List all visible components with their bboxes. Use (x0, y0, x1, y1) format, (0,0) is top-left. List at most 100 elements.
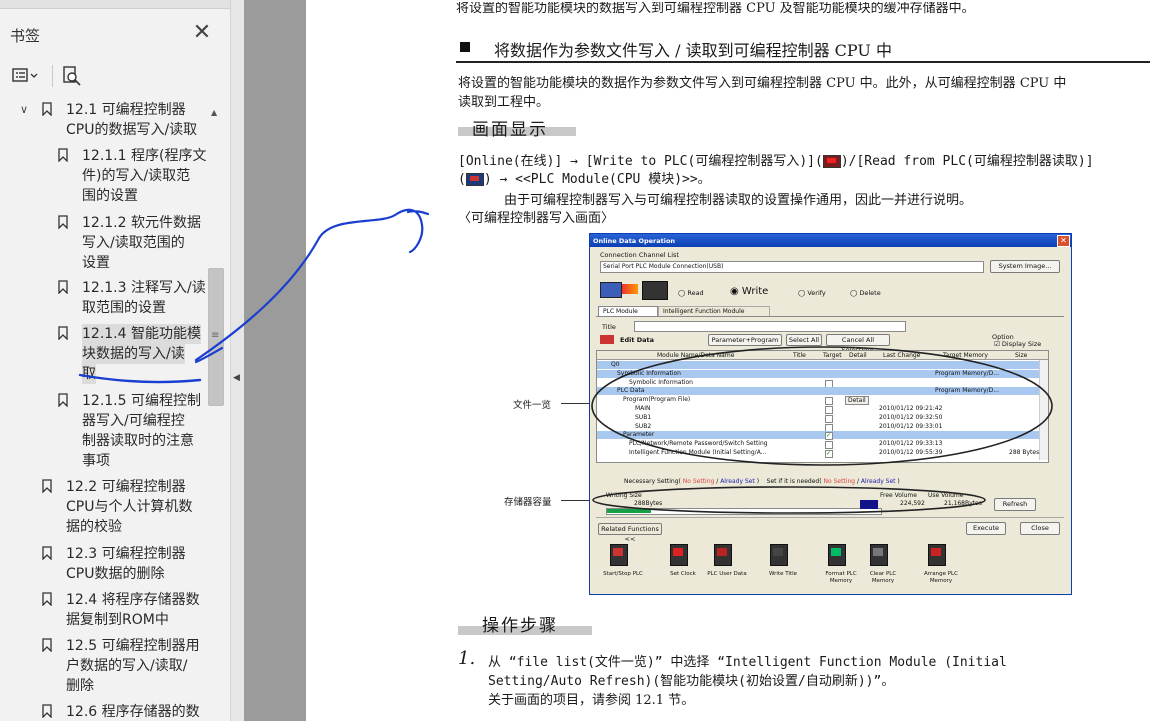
legend-no-setting: No Setting (682, 478, 715, 485)
refresh-button[interactable]: Refresh (994, 498, 1036, 511)
radio-read[interactable]: ◯ Read (678, 289, 704, 297)
row-change: 2010/01/12 09:21:42 (879, 405, 943, 412)
detail-button[interactable]: Detail (845, 396, 869, 406)
parameter-program-button[interactable]: Parameter+Program (708, 334, 782, 346)
close-button[interactable]: Close (1020, 522, 1060, 535)
radio-write-label: Write (741, 286, 769, 297)
cut-off-line: 将设置的智能功能模块的数据写入到可编程控制器 CPU 及智能功能模块的缓冲存储器… (456, 2, 975, 16)
system-image-button[interactable]: System Image... (990, 260, 1060, 273)
section-square-icon (460, 42, 470, 52)
table-row[interactable]: PLC/Network/Remote Password/Switch Setti… (597, 440, 1039, 450)
target-checkbox[interactable] (825, 406, 833, 414)
row-name: Symbolic Information (629, 378, 693, 386)
table-row[interactable]: SUB2 2010/01/12 09:33:01 (597, 422, 1039, 432)
radio-verify[interactable]: ◯ Verify (798, 289, 826, 297)
table-row[interactable]: Q0 (597, 361, 1039, 369)
callout-line (561, 500, 591, 501)
radio-write[interactable]: ◉ Write (730, 286, 768, 297)
step-number: 1. (458, 648, 476, 669)
table-row[interactable]: Symbolic Information (597, 378, 1039, 388)
function-icon[interactable] (926, 542, 948, 568)
write-screen-label: 〈可编程控制器写入画面〉 (458, 211, 615, 226)
bookmark-icon (42, 546, 52, 561)
radio-delete[interactable]: ◯ Delete (850, 289, 881, 297)
target-checkbox[interactable]: ✓ (825, 450, 833, 458)
function-icon[interactable] (868, 542, 890, 568)
table-row[interactable]: Program(Program File) Detail (597, 396, 1039, 406)
bookmark-label: 取 (82, 364, 96, 384)
legend-already-set: Already Set (720, 478, 755, 485)
target-checkbox[interactable] (825, 423, 833, 432)
bookmark-item[interactable]: 12.1.4 智能功能模 块数据的写入/读取 (0, 324, 208, 384)
function-icon[interactable] (668, 542, 690, 568)
bookmark-label: 写入/读取范围的 (82, 235, 185, 251)
bookmark-search-icon[interactable] (58, 62, 86, 90)
legend-text: Necessary Setting( (624, 478, 681, 485)
close-icon[interactable]: ✕ (190, 21, 214, 45)
execute-button[interactable]: Execute (966, 522, 1006, 535)
bookmark-item[interactable]: ∨ 12.1 可编程控制器 CPU的数据写入/读取 (0, 100, 208, 140)
table-row[interactable]: SUB1 2010/01/12 09:32:50 (597, 414, 1039, 423)
function-icon[interactable] (712, 542, 734, 568)
panel-splitter[interactable] (230, 0, 245, 721)
bookmark-item[interactable]: 12.1.5 可编程控制 器写入/可编程控 制器读取时的注意 事项 (0, 391, 208, 471)
column-header: Target (823, 352, 842, 359)
bookmark-item[interactable]: 12.2 可编程控制器 CPU与个人计算机数 据的校验 (0, 477, 208, 537)
common-note: 由于可编程控制器写入与可编程控制器读取的设置操作通用，因此一并进行说明。 (504, 193, 973, 208)
table-row[interactable]: PLC Data Program Memory/D... (597, 387, 1039, 396)
bookmark-item[interactable]: 12.3 可编程控制器 CPU数据的删除 (0, 544, 208, 584)
function-icon[interactable] (768, 542, 790, 568)
document-background (244, 0, 306, 721)
display-size-checkbox[interactable]: ☑ Display Size (994, 340, 1041, 348)
steps-heading: 操作步骤 (482, 616, 558, 636)
row-change: 2010/01/12 09:33:01 (879, 422, 943, 430)
table-row[interactable]: MAIN 2010/01/12 09:21:42 (597, 405, 1039, 414)
target-checkbox[interactable] (825, 414, 833, 423)
bookmark-icon (42, 592, 52, 607)
collapse-panel-icon[interactable]: ◀ (233, 373, 240, 383)
bookmark-label: 件)的写入/读取范 (82, 168, 191, 184)
target-checkbox[interactable] (825, 397, 833, 406)
function-icon[interactable] (826, 542, 848, 568)
cancel-all-selections-button[interactable]: Cancel All Selections (826, 334, 890, 354)
bookmark-icon (58, 280, 68, 295)
callout-file-list: 文件一览 (513, 400, 552, 411)
connection-value: Serial Port PLC Module Connection(USB) (603, 263, 724, 270)
chevron-down-icon[interactable]: ∨ (20, 100, 28, 120)
table-row[interactable]: Intelligent Function Module (Initial Set… (597, 449, 1039, 458)
bookmark-item[interactable]: 12.4 将程序存储器数 据复制到ROM中 (0, 590, 208, 630)
scroll-up-icon[interactable]: ▲ (211, 108, 217, 117)
bookmark-item[interactable]: 12.1.2 软元件数据 写入/读取范围的 设置 (0, 213, 208, 273)
target-checkbox[interactable] (825, 379, 833, 388)
select-all-button[interactable]: Select All (786, 334, 822, 346)
title-field[interactable] (634, 321, 906, 332)
row-name: PLC Data (617, 387, 645, 395)
bookmark-label: 事项 (82, 453, 110, 469)
online-data-operation-dialog: Online Data Operation ✕ Connection Chann… (589, 233, 1072, 595)
section-heading: 将数据作为参数文件写入 / 读取到可编程控制器 CPU 中 (494, 41, 892, 60)
row-change: 2010/01/12 09:33:13 (879, 440, 943, 448)
related-functions-button[interactable]: Related Functions << (598, 523, 662, 543)
display-size-label: Display Size (1001, 340, 1042, 348)
target-checkbox[interactable] (825, 441, 833, 450)
menu-path-text-d: ) → <<PLC Module(CPU 模块)>>。 (483, 172, 711, 187)
function-label: Clear PLC Memory (869, 571, 897, 584)
function-icon[interactable] (608, 542, 630, 568)
target-checkbox[interactable]: ✓ (825, 432, 833, 441)
read-from-plc-icon (465, 173, 484, 186)
bookmark-item[interactable]: 12.1.3 注释写入/读 取范围的设置 (0, 278, 208, 318)
sidebar-scrollbar[interactable] (208, 104, 223, 721)
table-row[interactable]: Parameter ✓ (597, 431, 1039, 441)
row-memory: Program Memory/D... (935, 369, 999, 377)
table-scrollbar[interactable] (1039, 360, 1048, 460)
list-options-icon[interactable] (8, 62, 44, 90)
bookmark-item[interactable]: 12.5 可编程控制器用 户数据的写入/读取/删除 (0, 636, 208, 696)
table-row[interactable]: Symbolic Information Program Memory/D... (597, 369, 1039, 378)
bookmark-item[interactable]: 12.6 程序存储器的数 (0, 702, 208, 721)
close-icon[interactable]: ✕ (1057, 235, 1070, 247)
row-name: PLC/Network/Remote Password/Switch Setti… (629, 440, 768, 448)
bookmark-item[interactable]: 12.1.1 程序(程序文 件)的写入/读取范 围的设置 (0, 146, 208, 206)
legend-no-setting: No Setting (823, 478, 856, 485)
callout-storage: 存储器容量 (504, 497, 552, 508)
bookmark-label: 删除 (66, 678, 94, 694)
